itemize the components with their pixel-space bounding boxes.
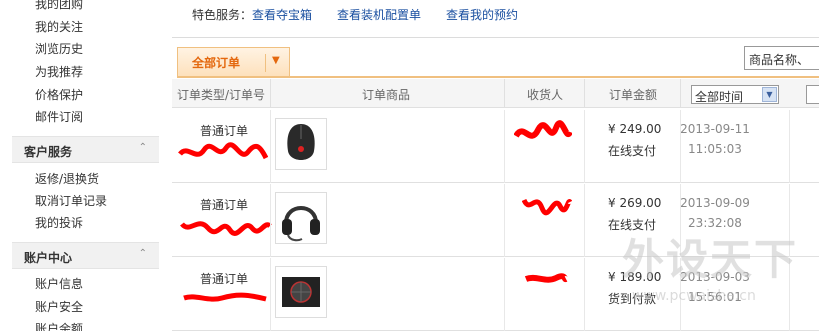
redacted-order-number: [178, 142, 268, 160]
header-receiver: 收货人: [527, 88, 564, 102]
divider: [789, 258, 790, 331]
sidebar-item-group-buy[interactable]: 我的团购: [35, 0, 83, 12]
sidebar-item-price-protect[interactable]: 价格保护: [35, 87, 83, 103]
divider: [584, 110, 585, 183]
sidebar-item-history[interactable]: 浏览历史: [35, 41, 83, 57]
redacted-receiver: [522, 198, 572, 216]
sidebar-item-email-sub[interactable]: 邮件订阅: [35, 109, 83, 125]
divider: [270, 110, 271, 183]
divider: [504, 110, 505, 183]
chevron-down-icon[interactable]: ▼: [762, 87, 777, 102]
order-type: 普通订单: [200, 124, 249, 138]
section-title: 客户服务: [24, 145, 73, 159]
time-filter-value: 全部时间: [695, 90, 744, 104]
order-time: 15:56:01: [688, 290, 742, 304]
sidebar-item-follow[interactable]: 我的关注: [35, 19, 83, 35]
order-amount: ¥ 269.00: [608, 196, 662, 210]
payment-method: 在线支付: [608, 218, 657, 232]
header-amount: 订单金额: [609, 88, 658, 102]
divider: [584, 258, 585, 331]
search-input[interactable]: 商品名称、: [744, 46, 819, 70]
sidebar-item-cancelled[interactable]: 取消订单记录: [35, 193, 107, 209]
section-title: 账户中心: [24, 251, 73, 265]
divider: [789, 110, 790, 183]
tab-underline: [177, 76, 819, 78]
sidebar: 我的团购 我的关注 浏览历史 为我推荐 价格保护 邮件订阅 客户服务 ⌃ 返修/…: [0, 0, 160, 331]
divider: [584, 184, 585, 257]
status-filter-select[interactable]: [806, 85, 819, 104]
feature-bar: 特色服务： 查看夺宝箱 查看装机配置单 查看我的预约: [172, 0, 819, 32]
divider: [270, 258, 271, 331]
chevron-up-icon[interactable]: ⌃: [139, 248, 147, 259]
tab-all-orders[interactable]: 全部订单 ▼: [177, 47, 290, 77]
divider: [504, 184, 505, 257]
product-thumbnail[interactable]: [275, 118, 327, 170]
table-row: 普通订单 ¥ 269.00 在线支付 2013-09-09 23:32:08: [172, 184, 819, 257]
sidebar-item-recommend[interactable]: 为我推荐: [35, 64, 83, 80]
power-supply-icon: [282, 277, 320, 307]
table-row: 普通订单 ¥ 249.00 在线支付 2013-09-11 11:05:03: [172, 110, 819, 183]
order-date: 2013-09-09: [680, 196, 750, 210]
payment-method: 货到付款: [608, 292, 657, 306]
redacted-order-number: [183, 292, 267, 302]
order-time: 11:05:03: [688, 142, 742, 156]
divider: [270, 79, 271, 108]
orders-panel: 特色服务： 查看夺宝箱 查看装机配置单 查看我的预约 全部订单 ▼ 商品名称、 …: [172, 0, 819, 331]
link-my-reservations[interactable]: 查看我的预约: [446, 6, 518, 23]
tab-label: 全部订单: [192, 56, 241, 70]
sidebar-item-balance[interactable]: 账户余额: [35, 321, 83, 331]
order-type: 普通订单: [200, 272, 249, 286]
order-time: 23:32:08: [688, 216, 742, 230]
divider: [504, 258, 505, 331]
sidebar-item-returns[interactable]: 返修/退换货: [35, 171, 99, 187]
divider: [172, 37, 819, 38]
feature-label: 特色服务：: [192, 8, 253, 22]
sidebar-item-complaints[interactable]: 我的投诉: [35, 215, 83, 231]
order-amount: ¥ 189.00: [608, 270, 662, 284]
divider: [504, 79, 505, 108]
product-thumbnail[interactable]: [275, 266, 327, 318]
product-thumbnail[interactable]: [275, 192, 327, 244]
divider: [680, 79, 681, 108]
time-filter-select[interactable]: 全部时间 ▼: [691, 85, 779, 104]
order-amount: ¥ 249.00: [608, 122, 662, 136]
table-row: 普通订单 ¥ 189.00 货到付款 2013-09-03 15:56:01: [172, 258, 819, 331]
order-type: 普通订单: [200, 198, 249, 212]
sidebar-item-account-security[interactable]: 账户安全: [35, 299, 83, 315]
sidebar-section-account[interactable]: 账户中心 ⌃: [12, 242, 159, 269]
divider: [789, 184, 790, 257]
redacted-receiver: [514, 120, 572, 139]
link-build-config[interactable]: 查看装机配置单: [337, 6, 421, 23]
search-placeholder: 商品名称、: [749, 53, 810, 67]
order-date: 2013-09-03: [680, 270, 750, 284]
order-date: 2013-09-11: [680, 122, 750, 136]
redacted-receiver: [524, 273, 568, 283]
header-type: 订单类型/订单号: [177, 88, 266, 102]
redacted-order-number: [180, 221, 272, 236]
divider: [584, 79, 585, 108]
headset-icon: [282, 206, 320, 242]
chevron-up-icon[interactable]: ⌃: [139, 142, 147, 153]
link-treasure-box[interactable]: 查看夺宝箱: [252, 6, 312, 23]
sidebar-item-account-info[interactable]: 账户信息: [35, 276, 83, 292]
caret-down-icon[interactable]: ▼: [272, 55, 280, 66]
divider: [270, 184, 271, 257]
divider: [265, 54, 266, 72]
table-header: 订单类型/订单号 订单商品 收货人 订单金额 全部时间 ▼: [172, 79, 819, 108]
header-goods: 订单商品: [362, 88, 411, 102]
payment-method: 在线支付: [608, 144, 657, 158]
sidebar-section-customer-service[interactable]: 客户服务 ⌃: [12, 136, 159, 163]
gaming-mouse-icon: [287, 124, 315, 160]
